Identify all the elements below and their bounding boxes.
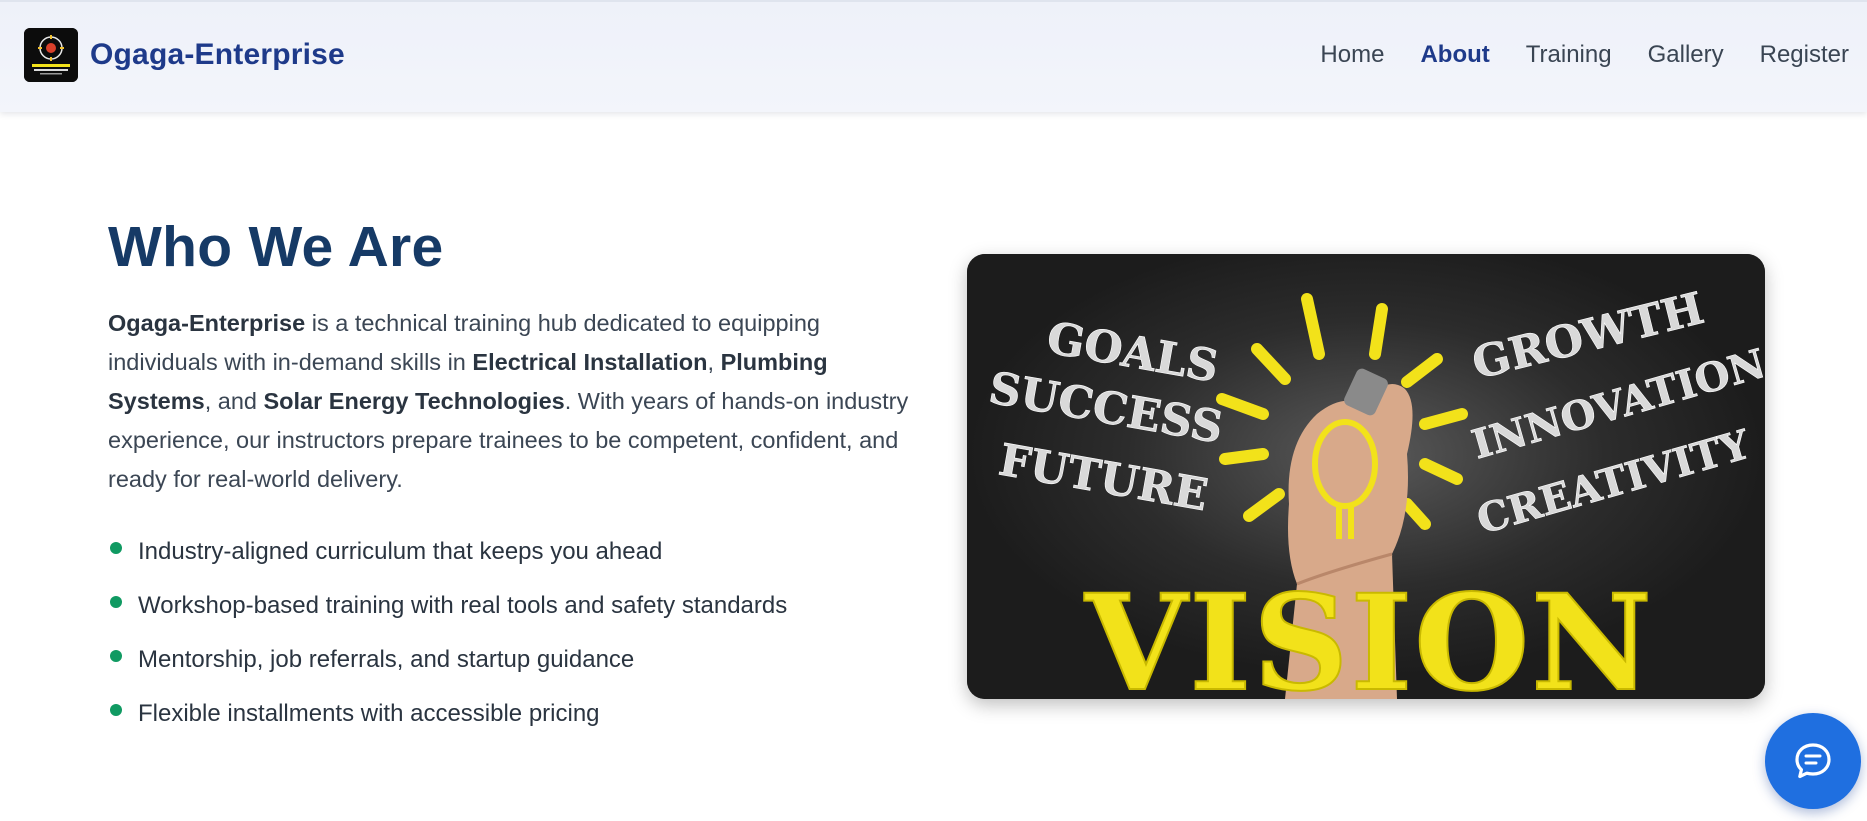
feature-text: Industry-aligned curriculum that keeps y… bbox=[138, 538, 663, 565]
chat-button[interactable] bbox=[1765, 713, 1861, 809]
feature-text: Mentorship, job referrals, and startup g… bbox=[138, 646, 635, 673]
intro-text-3: , and bbox=[204, 388, 264, 414]
feature-list: Industry-aligned curriculum that keeps y… bbox=[108, 534, 787, 750]
site-header: Ogaga-Enterprise Home About Training Gal… bbox=[0, 0, 1867, 112]
nav-about[interactable]: About bbox=[1420, 40, 1489, 70]
section-title: Who We Are bbox=[108, 215, 444, 279]
bullet-dot-icon bbox=[110, 596, 122, 608]
feature-item: Flexible installments with accessible pr… bbox=[108, 696, 787, 750]
bullet-dot-icon bbox=[110, 704, 122, 716]
intro-brand: Ogaga-Enterprise bbox=[108, 310, 306, 336]
brand[interactable]: Ogaga-Enterprise bbox=[24, 28, 345, 82]
main-nav: Home About Training Gallery Register bbox=[1284, 40, 1849, 70]
feature-text: Flexible installments with accessible pr… bbox=[138, 700, 600, 727]
brand-name[interactable]: Ogaga-Enterprise bbox=[90, 38, 345, 72]
intro-text-2: , bbox=[707, 349, 721, 375]
feature-item: Industry-aligned curriculum that keeps y… bbox=[108, 534, 787, 588]
brand-logo[interactable] bbox=[24, 28, 78, 82]
feature-text: Workshop-based training with real tools … bbox=[138, 592, 788, 619]
feature-item: Workshop-based training with real tools … bbox=[108, 588, 787, 642]
word-vision: VISION bbox=[1084, 566, 1654, 699]
intro-skill-electrical: Electrical Installation bbox=[472, 349, 708, 375]
bullet-dot-icon bbox=[110, 542, 122, 554]
nav-register[interactable]: Register bbox=[1760, 40, 1849, 70]
vision-illustration: GOALS SUCCESS FUTURE GROWTH INNOVATION C… bbox=[967, 254, 1765, 699]
intro-paragraph: Ogaga-Enterprise is a technical training… bbox=[108, 304, 918, 499]
ogaga-enterprise-logo-icon bbox=[24, 28, 78, 82]
nav-training[interactable]: Training bbox=[1526, 40, 1612, 70]
nav-home[interactable]: Home bbox=[1320, 40, 1384, 70]
feature-item: Mentorship, job referrals, and startup g… bbox=[108, 642, 787, 696]
chat-bubble-icon bbox=[1795, 743, 1831, 779]
vision-image: GOALS SUCCESS FUTURE GROWTH INNOVATION C… bbox=[967, 254, 1765, 699]
nav-gallery[interactable]: Gallery bbox=[1648, 40, 1724, 70]
intro-skill-solar: Solar Energy Technologies bbox=[263, 388, 565, 414]
bullet-dot-icon bbox=[110, 650, 122, 662]
